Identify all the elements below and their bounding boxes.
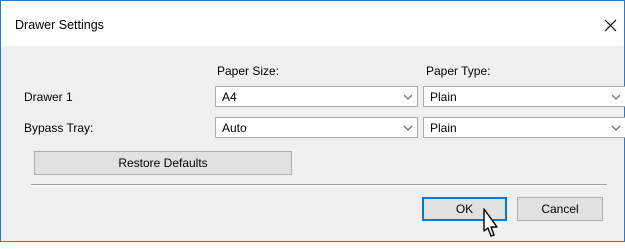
close-button[interactable]: [599, 11, 623, 39]
drawer-1-paper-type-value: Plain: [430, 90, 457, 104]
chevron-down-icon: [403, 125, 413, 131]
paper-size-header: Paper Size:: [217, 64, 280, 78]
chevron-down-icon: [611, 125, 621, 131]
mouse-pointer-icon: [483, 208, 498, 237]
drawer-1-paper-size-value: A4: [222, 90, 237, 104]
close-icon: [604, 19, 617, 32]
dialog-content: Paper Size: Paper Type: Drawer 1 A4 Plai…: [1, 46, 625, 241]
drawer-1-label: Drawer 1: [24, 90, 73, 104]
separator: [31, 184, 607, 186]
paper-type-header: Paper Type:: [426, 64, 491, 78]
chevron-down-icon: [611, 94, 621, 100]
bypass-tray-paper-size-value: Auto: [222, 121, 247, 135]
dialog-title: Drawer Settings: [15, 18, 104, 32]
cancel-button[interactable]: Cancel: [517, 197, 603, 221]
bypass-tray-label: Bypass Tray:: [24, 121, 94, 135]
chevron-down-icon: [403, 94, 413, 100]
drawer-1-paper-size-select[interactable]: A4: [215, 86, 418, 107]
title-bar: Drawer Settings: [1, 1, 624, 45]
bypass-tray-paper-type-select[interactable]: Plain: [423, 117, 625, 138]
restore-defaults-button[interactable]: Restore Defaults: [34, 151, 292, 175]
drawer-1-paper-type-select[interactable]: Plain: [423, 86, 625, 107]
drawer-settings-dialog: Drawer Settings Paper Size: Paper Type: …: [0, 0, 625, 242]
bypass-tray-paper-size-select[interactable]: Auto: [215, 117, 418, 138]
bypass-tray-paper-type-value: Plain: [430, 121, 457, 135]
